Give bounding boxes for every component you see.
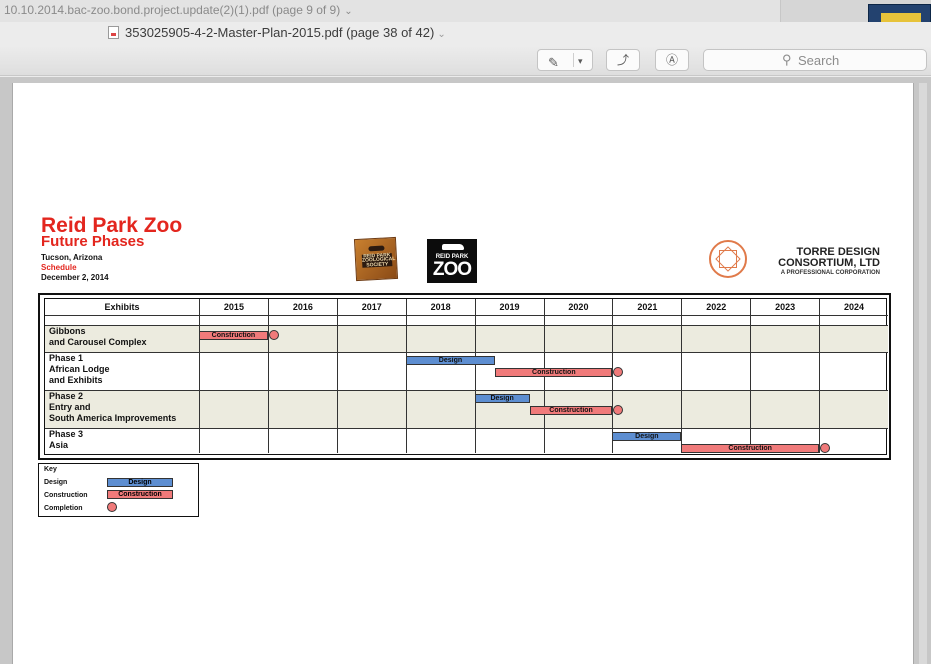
annotate-icon: Ⓐ (665, 53, 678, 67)
exhibit-label-line: and Exhibits (49, 375, 103, 385)
grid-line (750, 299, 752, 453)
exhibit-label-line: Entry and (49, 402, 91, 412)
grid-line (45, 428, 888, 429)
grid-line (336, 299, 338, 453)
page-date: December 2, 2014 (41, 273, 109, 282)
pen-icon: ✎ (548, 55, 559, 70)
pdf-file-icon (108, 26, 119, 39)
completion-dot (820, 443, 831, 453)
key-completion-dot (107, 502, 117, 512)
firm-name-line2: CONSORTIUM, LTD (778, 257, 880, 269)
grid-line (45, 325, 888, 326)
zoological-society-logo: REID PARK ZOOLOGICAL SOCIETY (353, 236, 399, 282)
exhibit-label-line: Phase 1 (49, 353, 84, 363)
chevron-down-icon[interactable]: ⌄ (344, 6, 352, 17)
exhibit-label: Phase 3 Asia (49, 429, 83, 451)
exhibit-label-line: African Lodge (49, 364, 110, 374)
toolbar: ✎ ▾ ⤴ Ⓐ ⚲ (0, 46, 931, 76)
row-shading (45, 325, 888, 352)
key-construction-bar: Construction (107, 490, 173, 499)
year-header: 2021 (612, 299, 681, 315)
anteater-icon (368, 245, 385, 252)
exhibit-label: Phase 1 African Lodge and Exhibits (49, 353, 110, 386)
firm-name-line3: A PROFESSIONAL CORPORATION (780, 270, 880, 276)
grid-line (612, 299, 614, 453)
year-header: 2023 (750, 299, 819, 315)
chevron-down-icon[interactable]: ▾ (578, 51, 583, 71)
rotate-icon: ⤴ (616, 53, 629, 67)
construction-bar: Construction (495, 368, 613, 377)
search-input[interactable] (798, 52, 918, 68)
rotate-button[interactable]: ⤴ (606, 49, 640, 71)
exhibit-label-line: Phase 2 (49, 391, 84, 401)
key-design-bar: Design (107, 478, 173, 487)
button-divider (573, 53, 574, 67)
year-header: 2022 (681, 299, 750, 315)
schedule-table: Exhibits 2015 2016 2017 2018 2019 2020 2021 202… (38, 293, 891, 460)
page-schedule-label: Schedule (41, 263, 77, 272)
year-header: 2016 (267, 299, 337, 315)
exhibit-label-line: Phase 3 (49, 429, 84, 439)
corner-thumbnail[interactable] (868, 4, 931, 24)
year-header: 2018 (405, 299, 475, 315)
anteater-icon (442, 244, 464, 250)
design-bar: Design (612, 432, 682, 441)
society-logo-text: REID PARK ZOOLOGICAL SOCIETY (361, 252, 396, 269)
page-subtitle: Future Phases (41, 233, 145, 250)
construction-bar: Construction (681, 444, 820, 453)
tab-strip: 10.10.2014.bac-zoo.bond.project.update(2… (0, 0, 931, 24)
grid-line (474, 299, 476, 453)
year-header: 2020 (543, 299, 613, 315)
grid-line (405, 299, 407, 453)
year-header: 2017 (336, 299, 406, 315)
background-document-title: 10.10.2014.bac-zoo.bond.project.update(2… (4, 3, 341, 17)
legend-key: Key Design Design Construction Construct… (38, 463, 199, 517)
exhibit-label-line: Asia (49, 440, 69, 450)
chevron-down-icon[interactable]: ⌄ (437, 29, 445, 40)
grid-line (199, 299, 200, 453)
exhibit-label-line: South America Improvements (49, 413, 177, 423)
completion-dot (268, 330, 279, 340)
key-completion-label: Completion (44, 505, 83, 512)
construction-bar: Construction (529, 406, 613, 415)
annotate-button[interactable]: Ⓐ (655, 49, 689, 71)
exhibits-header: Exhibits (104, 302, 140, 312)
grid-line (267, 299, 269, 453)
exhibit-label: Gibbons and Carousel Complex (49, 326, 147, 348)
window-titlebar: 353025905-4-2-Master-Plan-2015.pdf (page… (0, 22, 931, 46)
year-header: 2015 (199, 299, 268, 315)
grid-line (45, 315, 888, 316)
vertical-scrollbar[interactable] (919, 83, 927, 664)
schedule-grid: Exhibits 2015 2016 2017 2018 2019 2020 2021 202… (44, 298, 888, 455)
document-title[interactable]: 353025905-4-2-Master-Plan-2015.pdf (page… (108, 25, 446, 40)
search-icon: ⚲ (782, 52, 792, 67)
construction-bar: Construction (199, 331, 268, 340)
year-header: 2019 (474, 299, 544, 315)
design-bar: Design (405, 356, 496, 365)
grid-line (819, 299, 821, 453)
zoo-logo-big-text: ZOO (432, 259, 472, 280)
page-location: Tucson, Arizona (41, 253, 103, 262)
key-construction-label: Construction (44, 492, 88, 499)
key-title: Key (44, 466, 57, 473)
completion-dot (613, 367, 624, 377)
search-field[interactable]: ⚲ (703, 49, 927, 71)
grid-line (681, 299, 683, 453)
design-bar: Design (474, 394, 530, 403)
year-header: 2024 (819, 299, 888, 315)
background-document-tab[interactable]: 10.10.2014.bac-zoo.bond.project.update(2… (0, 0, 353, 22)
exhibit-label-line: Gibbons (49, 326, 86, 336)
reid-park-zoo-logo: REID PARK ZOO (427, 239, 477, 283)
document-title-text: 353025905-4-2-Master-Plan-2015.pdf (page… (125, 25, 435, 40)
exhibit-label: Phase 2 Entry and South America Improvemen… (49, 391, 176, 424)
key-design-label: Design (44, 479, 68, 486)
grid-line (45, 352, 888, 353)
exhibit-label-line: and Carousel Complex (49, 337, 147, 347)
markup-button[interactable]: ✎ ▾ (537, 49, 593, 71)
